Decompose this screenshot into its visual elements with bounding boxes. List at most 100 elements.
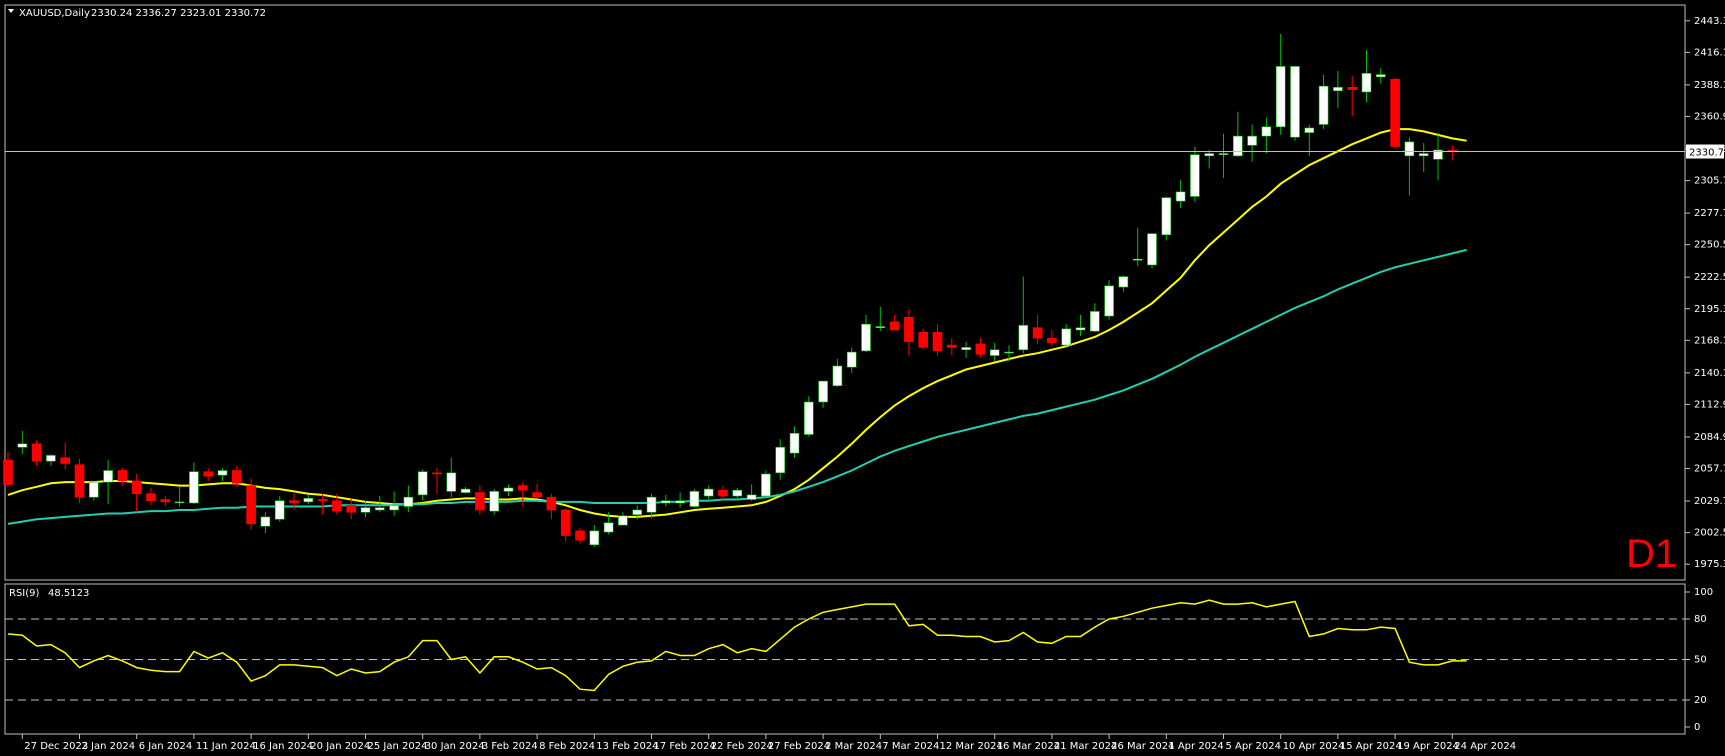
candle-body xyxy=(861,323,871,352)
time-tick-label: 8 Feb 2024 xyxy=(539,741,595,752)
candle-body xyxy=(1075,327,1086,331)
candle-body xyxy=(274,500,285,520)
candle-body xyxy=(660,500,671,504)
candle-body xyxy=(889,321,900,331)
candle-body xyxy=(1318,85,1329,125)
candle-body xyxy=(603,522,614,533)
candle-body xyxy=(46,455,56,462)
candle-body xyxy=(346,505,357,513)
candle-body xyxy=(646,496,657,513)
time-tick-label: 15 Apr 2024 xyxy=(1340,741,1402,752)
time-tick-label: 16 Jan 2024 xyxy=(253,741,313,752)
price-tick-label: 2416.10 xyxy=(1694,47,1725,58)
candle-body xyxy=(1261,126,1272,137)
candle-body xyxy=(246,485,256,525)
candle-body xyxy=(1032,327,1043,339)
candle-body xyxy=(789,433,800,454)
candle-body xyxy=(560,509,571,536)
candle-body xyxy=(1275,66,1286,128)
timeframe-label: D1 xyxy=(1626,532,1677,576)
candle-body xyxy=(503,487,514,492)
rsi-tick-label: 50 xyxy=(1694,655,1707,666)
candle-body xyxy=(389,505,399,511)
candle-body xyxy=(1047,337,1057,344)
candle-body xyxy=(103,470,113,483)
candle-body xyxy=(618,515,628,526)
time-tick-label: 10 Apr 2024 xyxy=(1283,741,1345,752)
price-tick-label: 2112.90 xyxy=(1694,399,1725,410)
candle-body xyxy=(575,530,585,541)
time-tick-label: 13 Feb 2024 xyxy=(596,741,658,752)
candle-body xyxy=(146,493,156,501)
candle-body xyxy=(1104,285,1114,317)
time-tick-label: 27 Dec 2023 xyxy=(24,741,88,752)
candle-body xyxy=(1304,127,1315,133)
rsi-tick-label: 80 xyxy=(1694,614,1707,625)
time-tick-label: 30 Jan 2024 xyxy=(425,741,485,752)
ma-fast-line xyxy=(7,128,1467,518)
candle-body xyxy=(1061,328,1071,346)
candle-body xyxy=(1290,66,1300,138)
time-tick-label: 5 Apr 2024 xyxy=(1226,741,1281,752)
rsi-line xyxy=(7,599,1467,692)
candle-body xyxy=(160,499,171,503)
ohlc-values: 2330.24 2336.27 2323.01 2330.72 xyxy=(91,8,266,19)
rsi-tick-label: 100 xyxy=(1694,587,1713,598)
candle-body xyxy=(289,500,299,504)
price-tick-label: 2195.30 xyxy=(1694,304,1725,315)
time-tick-label: 3 Feb 2024 xyxy=(482,741,538,752)
candle-body xyxy=(131,480,142,495)
time-tick-label: 1 Apr 2024 xyxy=(1168,741,1223,752)
candle-body xyxy=(818,380,828,403)
rsi-tick-label: 0 xyxy=(1694,722,1700,733)
candle-body xyxy=(746,494,757,500)
price-tick-label: 2084.90 xyxy=(1694,432,1725,443)
candle-body xyxy=(74,464,85,498)
rsi-value: 48.5123 xyxy=(48,588,89,599)
candle-body xyxy=(432,472,442,475)
candle-body xyxy=(918,332,929,348)
candle-body xyxy=(803,401,814,435)
price-tick-label: 2140.10 xyxy=(1694,368,1725,379)
candle-body xyxy=(1390,78,1400,147)
time-tick-label: 24 Apr 2024 xyxy=(1454,741,1516,752)
candle-body xyxy=(60,457,71,464)
rsi-indicator: 0 20 50 80 100 xyxy=(5,587,1713,733)
candle-body xyxy=(332,500,342,512)
price-tick-label: 1975.30 xyxy=(1694,559,1725,570)
candle-body xyxy=(475,492,485,511)
candle-body xyxy=(1247,135,1257,146)
candle-body xyxy=(1118,276,1129,288)
time-tick-label: 2 Mar 2024 xyxy=(825,741,882,752)
candle-body xyxy=(31,443,42,462)
time-tick-label: 7 Mar 2024 xyxy=(882,741,939,752)
price-tick-label: 2305.70 xyxy=(1694,176,1725,187)
collapse-triangle-icon[interactable] xyxy=(8,9,14,13)
price-axis: 1975.30 2002.50 2029.70 2057.70 2084.90 2112.… xyxy=(1685,16,1725,570)
candle-body xyxy=(589,530,600,546)
candle-body xyxy=(460,488,471,493)
candle-body xyxy=(403,496,414,507)
candle-body xyxy=(1018,325,1029,351)
candle-body xyxy=(1376,74,1386,78)
candle-body xyxy=(732,489,743,497)
price-tick-label: 2443.30 xyxy=(1694,16,1725,27)
candle-body xyxy=(1233,135,1243,157)
price-tick-label: 2168.10 xyxy=(1694,335,1725,346)
candle-body xyxy=(303,498,314,503)
candle-body xyxy=(832,365,843,387)
rsi-label: RSI(9) xyxy=(9,588,40,599)
price-tick-label: 2388.10 xyxy=(1694,80,1725,91)
candle-body xyxy=(517,485,528,491)
candle-body xyxy=(761,473,771,497)
price-tick-label: 2029.70 xyxy=(1694,496,1725,507)
price-tick-label: 2002.50 xyxy=(1694,528,1725,539)
candle-body xyxy=(317,499,328,501)
candle-body xyxy=(1347,87,1357,90)
price-tick-label: 2360.90 xyxy=(1694,111,1725,122)
candle-body xyxy=(1132,258,1143,261)
candle-body xyxy=(989,349,1000,356)
candle-body xyxy=(3,459,13,485)
candle-body xyxy=(946,344,957,348)
candles xyxy=(3,33,1458,548)
